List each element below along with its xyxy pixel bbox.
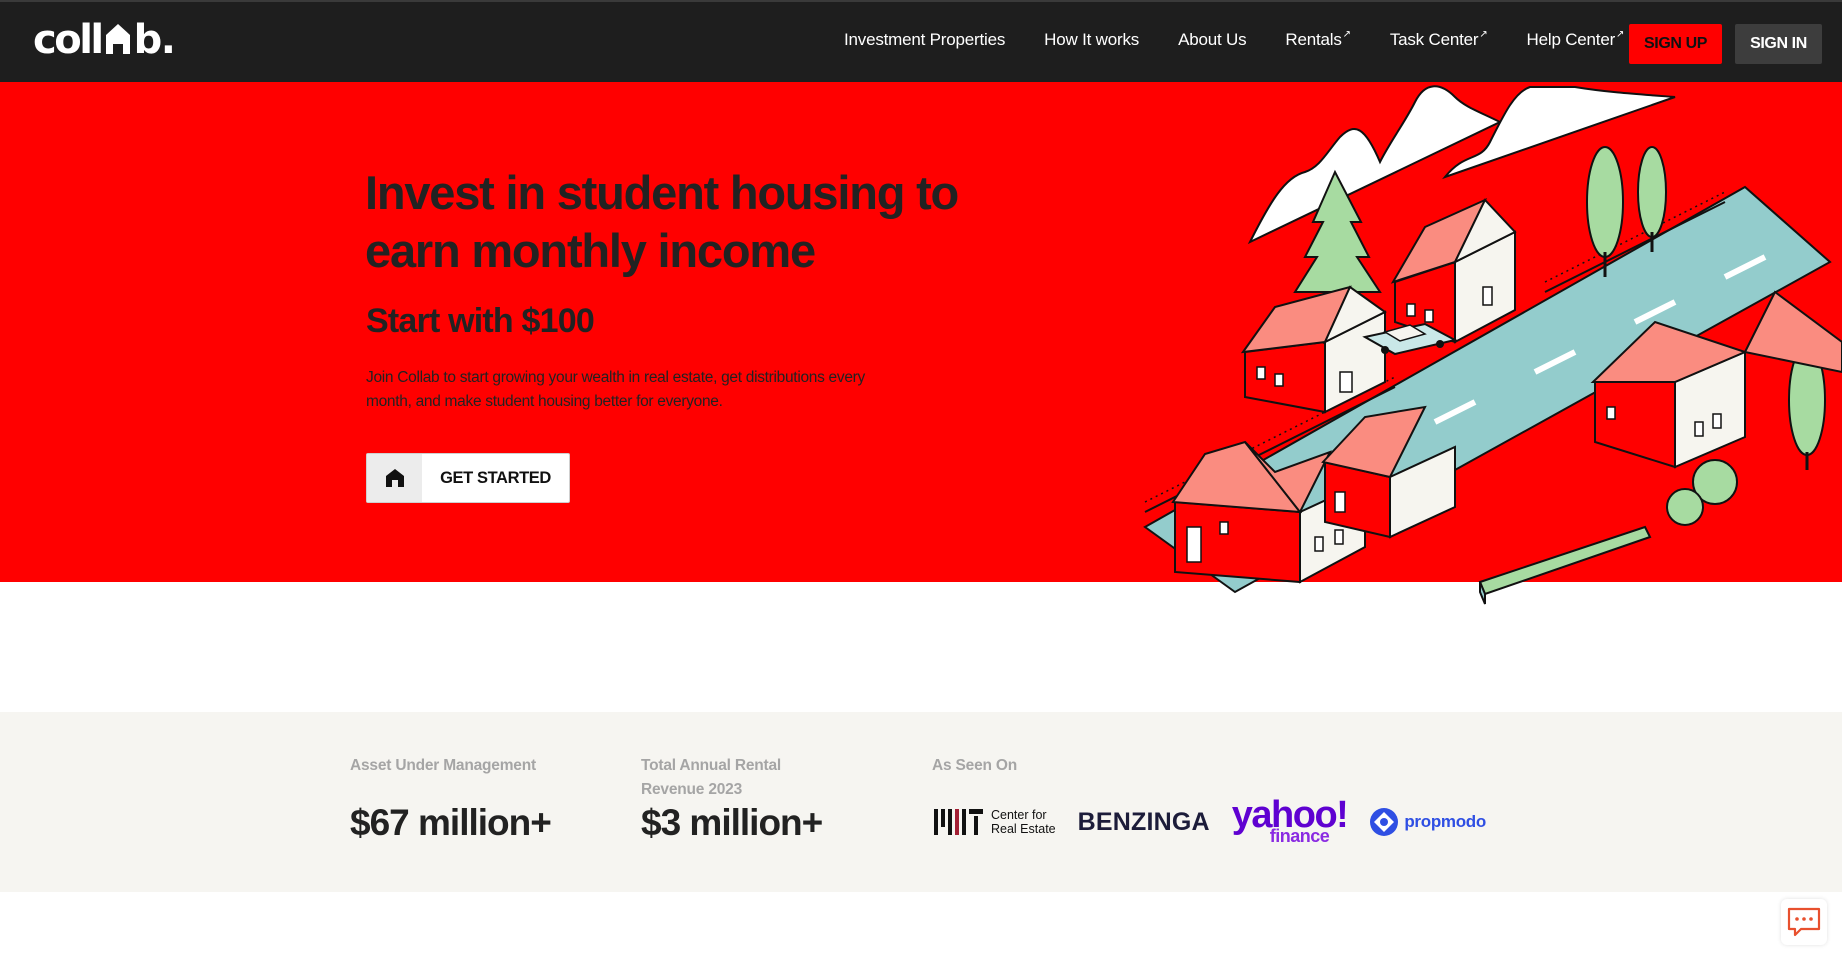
get-started-button[interactable]: GET STARTED bbox=[366, 453, 570, 503]
nav-link-label: About Us bbox=[1178, 30, 1247, 49]
logo-text-prefix: coll bbox=[33, 17, 104, 63]
nav-how-it-works[interactable]: How It works bbox=[1044, 30, 1139, 50]
top-navbar: coll b . Investment Properties How It wo… bbox=[0, 0, 1842, 82]
hero-subtitle: Start with $100 bbox=[366, 302, 595, 340]
benzinga-text: BENZINGA bbox=[1077, 807, 1210, 836]
nav-about-us[interactable]: About Us bbox=[1178, 30, 1247, 50]
aum-value: $67 million+ bbox=[350, 802, 552, 843]
hero-title: Invest in student housing to earn monthl… bbox=[365, 166, 959, 277]
nav-link-label: How It works bbox=[1044, 30, 1140, 49]
house-shape bbox=[1390, 197, 1517, 344]
nav-link-label: Help Center bbox=[1526, 30, 1616, 49]
mit-logo: Center for Real Estate bbox=[934, 808, 1056, 836]
press-label: As Seen On bbox=[932, 757, 1017, 774]
get-started-label: GET STARTED bbox=[440, 468, 551, 487]
stats-band: Asset Under Management $67 million+ Tota… bbox=[0, 712, 1842, 892]
finance-text: finance bbox=[1269, 826, 1330, 846]
neighborhood-illustration bbox=[1143, 85, 1842, 605]
bench-shape bbox=[1478, 525, 1652, 605]
chat-icon bbox=[1787, 907, 1821, 937]
house-shape bbox=[1240, 285, 1387, 414]
logo-text-suffix: b bbox=[133, 17, 163, 63]
sign-up-button[interactable]: SIGN UP bbox=[1629, 24, 1722, 64]
benzinga-logo: BENZINGA bbox=[1078, 808, 1210, 837]
sign-in-button[interactable]: SIGN IN bbox=[1735, 24, 1822, 64]
propmodo-logo: propmodo bbox=[1369, 807, 1486, 837]
chat-button[interactable] bbox=[1781, 899, 1827, 945]
home-icon bbox=[367, 454, 422, 502]
logo-house-icon bbox=[105, 24, 130, 54]
external-link-icon: ↗ bbox=[1616, 29, 1625, 40]
external-link-icon: ↗ bbox=[1479, 29, 1488, 40]
bush-shape bbox=[1666, 459, 1738, 526]
tree-shape bbox=[1586, 146, 1624, 277]
press-logos: Center for Real Estate BENZINGA yahoo! f… bbox=[934, 796, 1508, 848]
mit-text-line2: Real Estate bbox=[991, 822, 1056, 836]
nav-help-center[interactable]: Help Center ↗ bbox=[1527, 30, 1625, 50]
nav-link-label: Task Center bbox=[1389, 30, 1479, 49]
nav-link-label: Rentals bbox=[1285, 30, 1342, 49]
propmodo-mark-icon bbox=[1370, 808, 1399, 836]
mit-text-line1: Center for bbox=[991, 808, 1047, 822]
collab-logo[interactable]: coll b . bbox=[33, 17, 176, 63]
mit-mark-icon bbox=[934, 809, 983, 835]
propmodo-text: propmodo bbox=[1404, 812, 1486, 831]
aum-label: Asset Under Management bbox=[350, 757, 536, 774]
nav-investment-properties[interactable]: Investment Properties bbox=[844, 30, 1005, 50]
nav-rentals[interactable]: Rentals ↗ bbox=[1285, 29, 1351, 50]
hero-description: Join Collab to start growing your wealth… bbox=[366, 369, 865, 410]
yahoo-finance-logo: yahoo! finance bbox=[1232, 796, 1349, 846]
main-nav: Investment Properties How It works About… bbox=[844, 30, 1663, 50]
nav-task-center[interactable]: Task Center ↗ bbox=[1390, 30, 1488, 50]
revenue-value: $3 million+ bbox=[641, 802, 823, 843]
external-link-icon: ↗ bbox=[1342, 29, 1351, 40]
revenue-label: Total Annual Rental Revenue 2023 bbox=[641, 757, 782, 798]
nav-link-label: Investment Properties bbox=[844, 30, 1006, 49]
logo-dot: . bbox=[160, 17, 176, 63]
